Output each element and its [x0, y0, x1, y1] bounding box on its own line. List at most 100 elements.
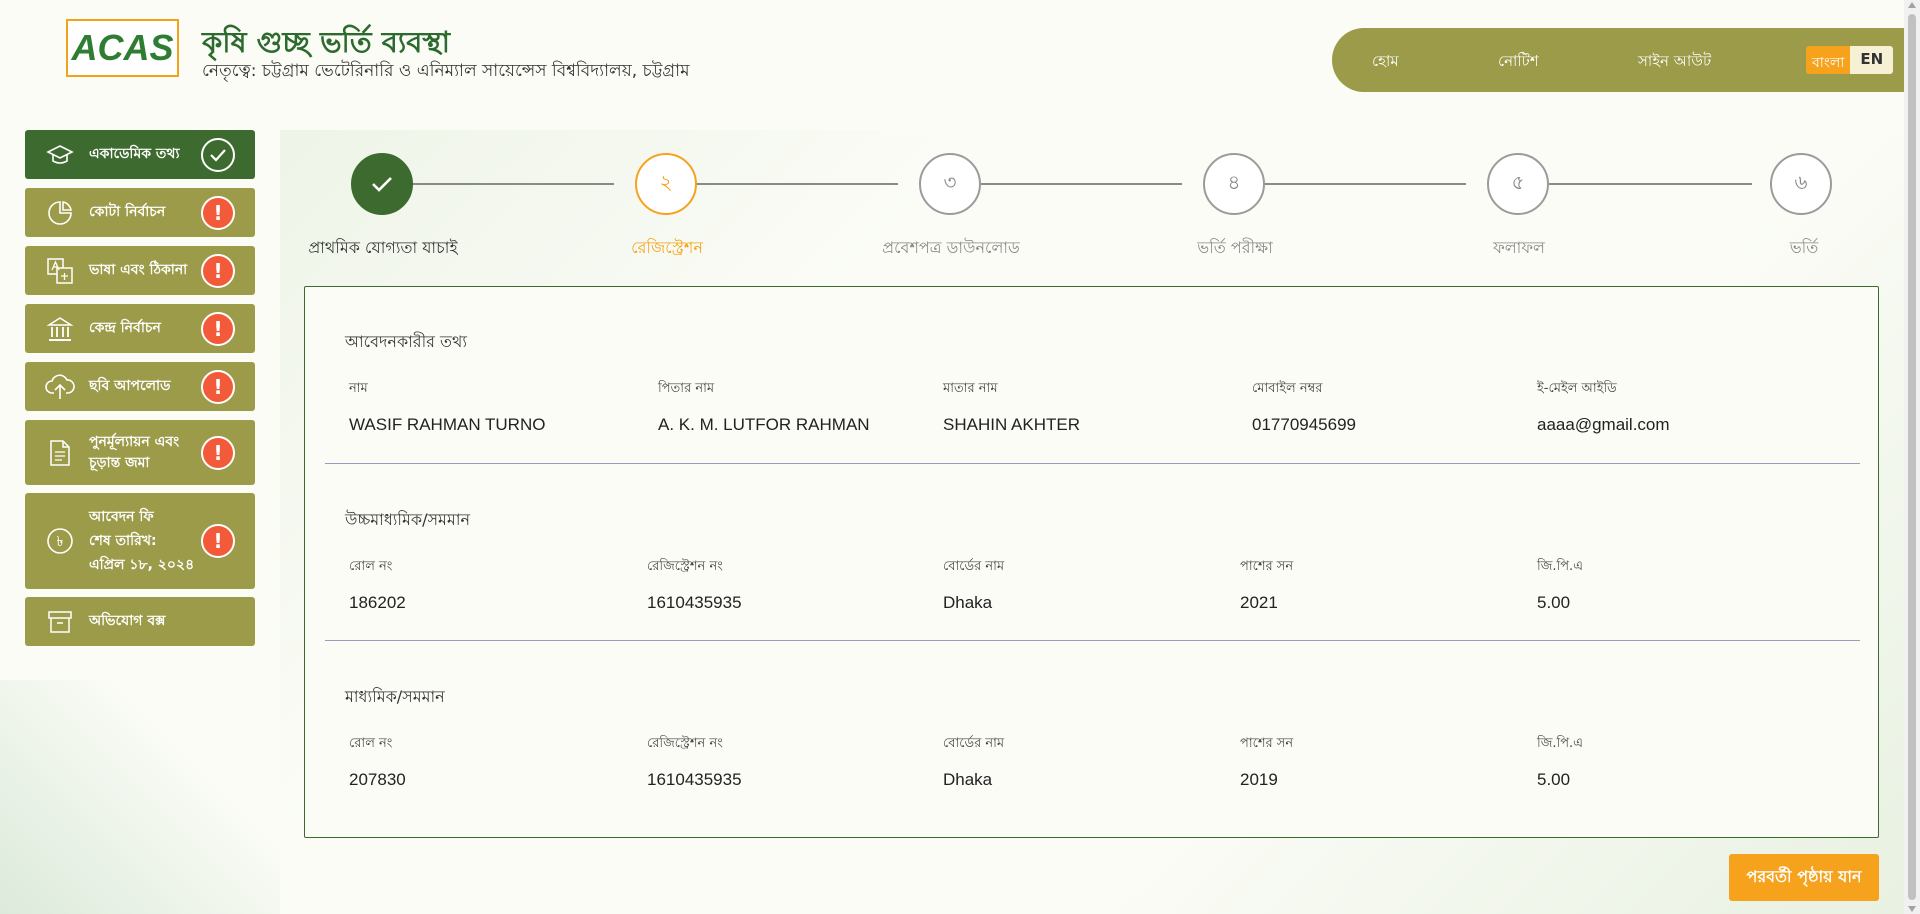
- sidebar-item-label: ভাষা এবং ঠিকানা: [89, 262, 188, 278]
- alert-icon: !: [201, 369, 235, 404]
- step-3-circle: ৩: [919, 153, 981, 215]
- label-hsc-registration: রেজিস্ট্রেশন নং: [647, 559, 723, 574]
- cloud-upload-icon: [45, 372, 75, 402]
- value-mobile: 01770945699: [1252, 415, 1357, 434]
- scroll-up-arrow-icon[interactable]: [1908, 2, 1916, 8]
- step-2-label: রেজিস্ট্রেশন: [631, 238, 703, 257]
- section-divider: [325, 640, 1860, 641]
- value-name: WASIF RAHMAN TURNO: [349, 415, 546, 434]
- value-ssc-roll: 207830: [349, 770, 406, 789]
- value-ssc-year: 2019: [1240, 770, 1278, 789]
- step-connector: [1528, 183, 1752, 185]
- logo-text: ACAS: [71, 27, 174, 68]
- top-navigation: হোম নোটিশ সাইন আউট বাংলা EN: [1332, 28, 1904, 92]
- sidebar-item-application-fee[interactable]: ৳ আবেদন ফি শেষ তারিখ: এপ্রিল ১৮, ২০২৪ !: [25, 493, 255, 589]
- step-3-label: প্রবেশপত্র ডাউনলোড: [882, 238, 1020, 257]
- section-divider: [325, 463, 1860, 464]
- label-email: ই-মেইল আইডি: [1537, 381, 1617, 396]
- sidebar-item-label-line: চূড়ান্ত জমা: [89, 454, 150, 471]
- translate-icon: [45, 256, 75, 286]
- step-connector: [676, 183, 898, 185]
- alert-icon: !: [201, 253, 235, 288]
- label-father-name: পিতার নাম: [658, 381, 715, 396]
- next-page-button[interactable]: পরবর্তী পৃষ্ঠায় যান: [1729, 854, 1879, 901]
- label-ssc-gpa: জি.পি.এ: [1537, 736, 1584, 751]
- language-toggle[interactable]: বাংলা EN: [1806, 46, 1894, 74]
- section-title-ssc: মাধ্যমিক/সমমান: [345, 687, 445, 706]
- svg-text:৳: ৳: [57, 534, 64, 550]
- alert-icon: !: [201, 195, 235, 230]
- sidebar-item-label-line: আবেদন ফি: [89, 509, 154, 525]
- step-connector: [392, 183, 614, 185]
- lang-bangla-button[interactable]: বাংলা: [1806, 46, 1851, 74]
- label-mobile: মোবাইল নম্বর: [1252, 381, 1323, 396]
- step-2-circle: ২: [635, 153, 697, 215]
- scrollbar-thumb[interactable]: [1908, 14, 1916, 900]
- acas-logo[interactable]: ACAS: [66, 19, 179, 77]
- sidebar-item-label: অভিযোগ বক্স: [89, 613, 166, 629]
- sidebar-item-label-line: পুনর্মূল্যায়ন এবং: [89, 433, 180, 450]
- sidebar-item-label: আবেদন ফি শেষ তারিখ: এপ্রিল ১৮, ২০২৪: [89, 505, 201, 577]
- step-4-circle: ৪: [1203, 153, 1265, 215]
- document-icon: [45, 438, 75, 468]
- sidebar-item-complaint-box[interactable]: অভিযোগ বক্স: [25, 597, 255, 646]
- label-ssc-year: পাশের সন: [1240, 736, 1294, 751]
- label-hsc-roll: রোল নং: [349, 559, 393, 574]
- site-subtitle: নেতৃত্বে: চট্টগ্রাম ভেটেরিনারি ও এনিম্যা…: [202, 61, 690, 81]
- sidebar-item-center-selection[interactable]: কেন্দ্র নির্বাচন !: [25, 304, 255, 353]
- fee-deadline-date: এপ্রিল ১৮, ২০২৪: [89, 557, 195, 573]
- nav-home-link[interactable]: হোম: [1372, 50, 1399, 75]
- sidebar-item-label-line: শেষ তারিখ:: [89, 533, 157, 549]
- step-connector: [1244, 183, 1466, 185]
- value-hsc-year: 2021: [1240, 593, 1278, 612]
- section-title-applicant: আবেদনকারীর তথ্য: [345, 332, 468, 351]
- step-6-circle: ৬: [1770, 153, 1832, 215]
- check-circle-icon: [201, 137, 235, 172]
- archive-box-icon: [45, 607, 75, 637]
- value-email: aaaa@gmail.com: [1537, 415, 1670, 434]
- nav-signout-link[interactable]: সাইন আউট: [1638, 50, 1711, 75]
- value-hsc-roll: 186202: [349, 593, 406, 612]
- sidebar-item-quota[interactable]: কোটা নির্বাচন !: [25, 188, 255, 237]
- label-mother-name: মাতার নাম: [943, 381, 998, 396]
- step-1-label: প্রাথমিক যোগ্যতা যাচাই: [308, 238, 458, 257]
- sidebar-item-language-address[interactable]: ভাষা এবং ঠিকানা !: [25, 246, 255, 295]
- sidebar-item-label: ছবি আপলোড: [89, 378, 171, 394]
- value-father-name: A. K. M. LUTFOR RAHMAN: [658, 415, 870, 434]
- graduation-cap-icon: [45, 140, 75, 170]
- pie-chart-icon: [45, 198, 75, 228]
- step-4-label: ভর্তি পরীক্ষা: [1197, 238, 1273, 257]
- lang-english-button[interactable]: EN: [1850, 46, 1894, 74]
- value-hsc-gpa: 5.00: [1537, 593, 1571, 612]
- value-hsc-board: Dhaka: [943, 593, 993, 612]
- sidebar-item-review-submit[interactable]: পুনর্মূল্যায়ন এবং চূড়ান্ত জমা !: [25, 420, 255, 485]
- bank-icon: [45, 314, 75, 344]
- value-ssc-board: Dhaka: [943, 770, 993, 789]
- page-scrollbar[interactable]: [1904, 0, 1920, 914]
- sidebar-item-label: কোটা নির্বাচন: [89, 204, 166, 220]
- sidebar-item-photo-upload[interactable]: ছবি আপলোড !: [25, 362, 255, 411]
- site-header: ACAS কৃষি গুচ্ছ ভর্তি ব্যবস্থা নেতৃত্বে:…: [0, 0, 1904, 130]
- sidebar-item-label: পুনর্মূল্যায়ন এবং চূড়ান্ত জমা: [89, 432, 201, 474]
- sidebar-item-label: একাডেমিক তথ্য: [89, 146, 180, 162]
- label-name: নাম: [349, 381, 368, 396]
- label-hsc-gpa: জি.পি.এ: [1537, 559, 1584, 574]
- step-connector: [960, 183, 1182, 185]
- scroll-down-arrow-icon[interactable]: [1908, 906, 1916, 912]
- value-hsc-registration: 1610435935: [647, 593, 742, 612]
- label-hsc-year: পাশের সন: [1240, 559, 1294, 574]
- sidebar-item-academic-info[interactable]: একাডেমিক তথ্য: [25, 130, 255, 179]
- progress-stepper: ২ ৩ ৪ ৫ ৬ প্রাথমিক যোগ্যতা যাচাই রেজিস্ট…: [308, 153, 1832, 263]
- step-6-label: ভর্তি: [1789, 238, 1819, 257]
- value-mother-name: SHAHIN AKHTER: [943, 415, 1080, 434]
- sidebar-item-label: কেন্দ্র নির্বাচন: [89, 320, 161, 336]
- applicant-info-card: আবেদনকারীর তথ্য নাম পিতার নাম মাতার নাম …: [304, 286, 1879, 838]
- nav-notice-link[interactable]: নোটিশ: [1498, 50, 1539, 75]
- step-5-label: ফলাফল: [1493, 238, 1545, 257]
- check-icon: [372, 177, 392, 192]
- alert-icon: !: [201, 435, 235, 470]
- label-ssc-board: বোর্ডের নাম: [943, 736, 1005, 751]
- background-decoration-left: [0, 680, 280, 914]
- alert-icon: !: [201, 524, 235, 558]
- value-ssc-gpa: 5.00: [1537, 770, 1571, 789]
